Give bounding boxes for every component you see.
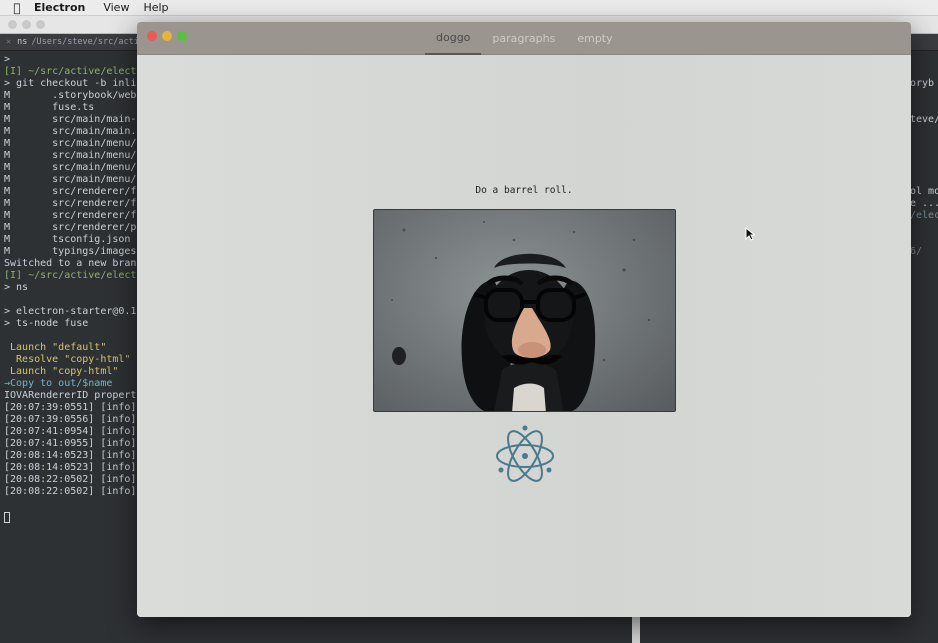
terminal-line: M src/renderer/f — [4, 186, 136, 197]
terminal-line: M typings/images — [4, 246, 136, 257]
terminal-line: M src/main/menu/ — [4, 150, 136, 161]
tab-empty[interactable]: empty — [566, 22, 623, 55]
terminal-line: > ns — [4, 282, 29, 293]
zoom-button[interactable] — [177, 31, 187, 41]
close-button[interactable] — [147, 31, 157, 41]
terminal-output-right: oryb teve/ ol mo e .../elec 6/ — [910, 54, 938, 258]
terminal-line: [20:08:14:0523] [info] — [4, 450, 136, 461]
terminal-line: Switched to a new bran — [4, 258, 136, 269]
terminal-line: Launch "copy-html" — [4, 366, 119, 377]
terminal-output: > [I] ~/src/active/elect > git checkout -b… — [4, 54, 136, 498]
terminal-close-button[interactable] — [8, 20, 17, 29]
terminal-line: M fuse.ts — [4, 102, 95, 113]
electron-atom-icon — [496, 425, 554, 482]
terminal-line: [I] ~/src/active/elect — [4, 270, 136, 281]
terminal-line: Resolve "copy-html" — [4, 354, 131, 365]
window-edge — [632, 616, 640, 643]
terminal-line-fragment — [910, 138, 938, 150]
terminal-line-fragment: oryb — [910, 78, 935, 89]
terminal-zoom-button[interactable] — [36, 20, 45, 29]
tab-doggo[interactable]: doggo — [425, 22, 482, 55]
terminal-line-fragment — [910, 54, 938, 66]
app-titlebar: doggo paragraphs empty — [137, 22, 911, 55]
terminal-line: > electron-starter@0.1 — [4, 306, 136, 317]
terminal-line: [I] ~/src/active/elect — [4, 66, 136, 77]
menu-bar:  Electron View Help — [0, 0, 938, 16]
terminal-line-fragment: /elec — [910, 210, 938, 221]
terminal-line: [20:08:14:0523] [info] — [4, 462, 136, 473]
tab-paragraphs[interactable]: paragraphs — [481, 22, 566, 55]
terminal-line: M src/main/menu/ — [4, 174, 136, 185]
terminal-line-fragment — [910, 90, 938, 102]
terminal-line: M src/main/main- — [4, 114, 136, 125]
terminal-line: [20:07:39:0551] [info] — [4, 402, 136, 413]
terminal-line: M src/renderer/p — [4, 222, 136, 233]
terminal-line-fragment: e ... — [910, 198, 938, 209]
terminal-line: IOVARendererID propert — [4, 390, 136, 401]
terminal-minimize-button[interactable] — [22, 20, 31, 29]
tab-bar: doggo paragraphs empty — [425, 22, 624, 55]
electron-app-window: doggo paragraphs empty Do a barrel roll. — [137, 22, 911, 617]
terminal-line-fragment — [910, 174, 938, 186]
app-content: Do a barrel roll. — [137, 55, 911, 617]
terminal-line-fragment — [910, 126, 938, 138]
terminal-line: M src/main/main. — [4, 126, 136, 137]
terminal-line: M src/renderer/f — [4, 210, 136, 221]
mouse-pointer-icon — [745, 227, 755, 241]
close-tab-icon[interactable]: ✕ — [6, 37, 11, 47]
apple-icon[interactable]:  — [0, 1, 34, 15]
terminal-line: [20:07:39:0556] [info] — [4, 414, 136, 425]
terminal-line: M tsconfig.json — [4, 234, 131, 245]
minimize-button[interactable] — [162, 31, 172, 41]
menu-view[interactable]: View — [103, 1, 129, 14]
menu-app-name[interactable]: Electron — [34, 1, 85, 14]
terminal-line-fragment: 6/ — [910, 246, 923, 257]
terminal-line-fragment — [910, 66, 938, 78]
terminal-line-fragment — [910, 234, 938, 246]
dog-photo — [373, 209, 676, 412]
terminal-line: Launch "default" — [4, 342, 107, 353]
terminal-line: →Copy to out/$name — [4, 378, 113, 389]
terminal-line: [20:08:22:0502] [info] — [4, 474, 136, 485]
terminal-line: [20:07:41:0955] [info] — [4, 438, 136, 449]
terminal-line-fragment: ol mo — [910, 186, 938, 197]
terminal-cursor — [4, 512, 10, 523]
terminal-line: > ts-node fuse — [4, 318, 89, 329]
terminal-line: M src/main/menu/ — [4, 162, 136, 173]
image-caption: Do a barrel roll. — [475, 185, 573, 196]
terminal-tab-name[interactable]: ns — [17, 37, 27, 47]
terminal-line: > git checkout -b inli — [4, 78, 136, 89]
menu-help[interactable]: Help — [143, 1, 168, 14]
terminal-line: [20:08:22:0502] [info] — [4, 486, 136, 497]
terminal-line: [20:07:41:0954] [info] — [4, 426, 136, 437]
terminal-line-fragment — [910, 162, 938, 174]
terminal-line-fragment — [910, 222, 938, 234]
terminal-line-fragment: teve/ — [910, 114, 938, 125]
terminal-line-fragment — [910, 102, 938, 114]
terminal-line: M src/renderer/f — [4, 198, 136, 209]
terminal-line-fragment — [910, 150, 938, 162]
terminal-line: > — [4, 54, 11, 65]
terminal-line: M src/main/menu/ — [4, 138, 136, 149]
terminal-line: M .storybook/web — [4, 90, 136, 101]
